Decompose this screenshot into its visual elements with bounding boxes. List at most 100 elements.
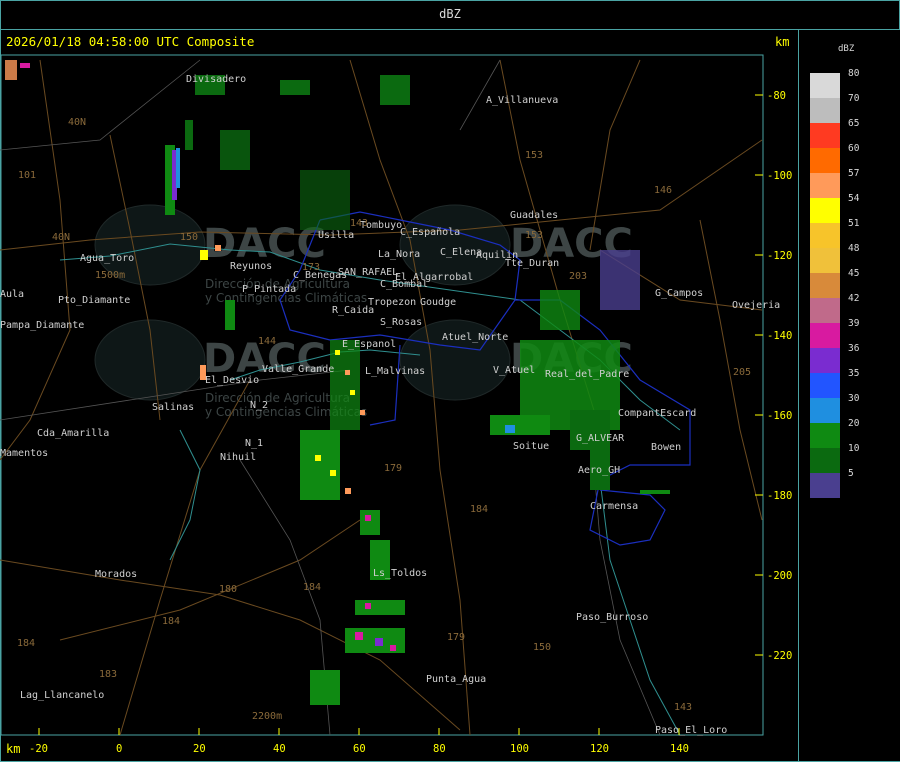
place-label: Ovejeria: [732, 300, 780, 311]
y-tick-label: -160: [767, 410, 792, 422]
rivers-layer: [59, 243, 681, 736]
legend-swatch: [810, 298, 840, 323]
place-label: E_Espanol: [342, 339, 396, 350]
legend-swatch: [810, 423, 840, 448]
y-tick-label: -120: [767, 250, 792, 262]
legend-swatch: [810, 223, 840, 248]
timestamp-label: 2026/01/18 04:58:00 UTC Composite: [6, 34, 255, 49]
elevation-label: 2200m: [252, 711, 282, 722]
place-label: N_1: [245, 438, 263, 449]
legend-swatch: [810, 398, 840, 423]
legend-label: 39: [848, 318, 860, 329]
place-label: V_Atuel: [493, 365, 535, 376]
road-number: 203: [569, 271, 587, 282]
legend-label: 30: [848, 393, 860, 404]
x-tick-label: 120: [590, 743, 609, 755]
x-tick-label: 0: [116, 743, 122, 755]
place-label: Carmensa: [590, 501, 638, 512]
road-number: 180: [219, 584, 237, 595]
y-tick-label: -220: [767, 650, 792, 662]
place-label: Nihuil: [220, 452, 256, 463]
legend-swatch: [810, 473, 840, 498]
x-axis: [38, 728, 680, 735]
legend-label: 20: [848, 418, 860, 429]
legend-swatch: [810, 148, 840, 173]
road-number: 101: [18, 170, 36, 181]
unit-label-top: km: [775, 35, 790, 49]
road-number: 205: [733, 367, 751, 378]
radar-map-canvas[interactable]: DACC Dirección de Agricultura y Continge…: [0, 0, 900, 761]
road-number: 179: [447, 632, 465, 643]
place-label: Tte_Duran: [505, 258, 559, 269]
legend-swatch: [810, 373, 840, 398]
unit-label-bottom: km: [6, 742, 21, 756]
place-label: Punta_Agua: [426, 674, 486, 685]
road-number: 173: [302, 262, 320, 273]
legend-label: 36: [848, 343, 860, 354]
legend-swatch: [810, 198, 840, 223]
road-number: 184: [162, 616, 180, 627]
place-label: La_Nora: [378, 249, 420, 260]
y-tick-label: -200: [767, 570, 792, 582]
legend-swatch: [810, 273, 840, 298]
road-number: 40N: [68, 117, 86, 128]
road-number: 179: [384, 463, 402, 474]
place-label: Cda_Amarilla: [37, 428, 109, 439]
x-axis-labels: -20 0 20 40 60 80 100 120 140: [29, 743, 689, 755]
y-axis-labels: -80 -100 -120 -140 -160 -180 -200 -220: [767, 90, 792, 662]
x-tick-label: -20: [29, 743, 48, 755]
x-tick-label: 140: [670, 743, 689, 755]
place-label: Real_del_Padre: [545, 369, 629, 380]
place-label: Pampa_Diamante: [0, 320, 84, 331]
place-label: Reyunos: [230, 261, 272, 272]
place-label: R_Caida: [332, 305, 374, 316]
road-number: 146: [654, 185, 672, 196]
legend-swatch: [810, 173, 840, 198]
road-number: 150: [180, 232, 198, 243]
place-label: Aula: [0, 289, 24, 300]
place-label: Ls_Toldos: [373, 568, 427, 579]
place-label: Mamentos: [0, 448, 48, 459]
x-tick-label: 40: [273, 743, 286, 755]
place-label: L_Malvinas: [365, 366, 425, 377]
place-label: N_2: [250, 400, 268, 411]
legend-label: 5: [848, 468, 854, 479]
x-tick-label: 80: [433, 743, 446, 755]
place-label: Pto_Diamante: [58, 295, 130, 306]
legend-label: 51: [848, 218, 860, 229]
road-number: 184: [303, 582, 321, 593]
y-tick-label: -80: [767, 90, 786, 102]
place-label: Morados: [95, 569, 137, 580]
road-number: 184: [17, 638, 35, 649]
road-number: 183: [99, 669, 117, 680]
y-tick-label: -100: [767, 170, 792, 182]
legend-label: 54: [848, 193, 860, 204]
place-label: G_ALVEAR: [576, 433, 625, 444]
road-number: 144: [258, 336, 276, 347]
legend-title: dBZ: [838, 44, 855, 54]
place-label: Agua_Toro: [80, 253, 134, 264]
road-number: 150: [533, 642, 551, 653]
y-axis: [755, 94, 763, 656]
place-label: Valle_Grande: [262, 364, 334, 375]
legend-label: 70: [848, 93, 860, 104]
legend-label: 42: [848, 293, 860, 304]
place-label: Goudge: [420, 297, 456, 308]
place-label: Guadales: [510, 210, 558, 221]
legend-label: 45: [848, 268, 860, 279]
x-tick-label: 100: [510, 743, 529, 755]
legend-label: 10: [848, 443, 860, 454]
legend-label: 48: [848, 243, 860, 254]
elevation-label: 1500m: [95, 270, 125, 281]
road-number: 153: [525, 230, 543, 241]
legend-swatch: [810, 123, 840, 148]
y-tick-label: -180: [767, 490, 792, 502]
place-label: SAN_RAFAEL: [338, 267, 398, 278]
place-label: C_Española: [400, 227, 460, 238]
legend-swatch: [810, 348, 840, 373]
x-tick-label: 60: [353, 743, 366, 755]
place-label: A_Villanueva: [486, 95, 558, 106]
legend-swatch: [810, 98, 840, 123]
legend-label: 60: [848, 143, 860, 154]
x-tick-label: 20: [193, 743, 206, 755]
